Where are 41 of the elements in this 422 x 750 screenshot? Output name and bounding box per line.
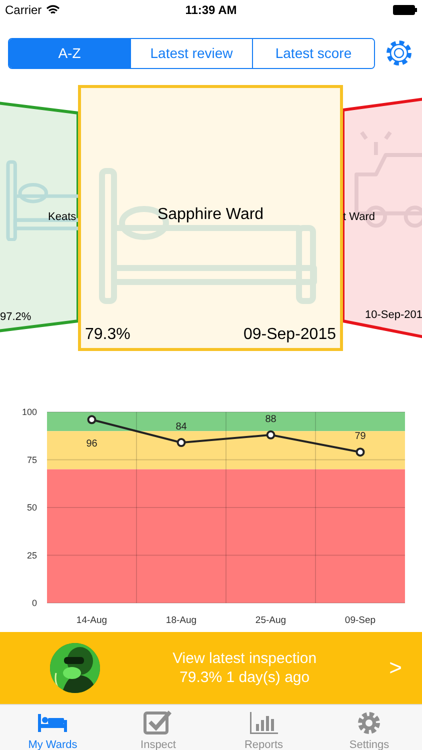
ward-name: Sapphire Ward — [157, 206, 264, 224]
ward-card[interactable]: Sapphire Ward 79.3% 09-Sep-2015 — [78, 85, 343, 351]
axis-label: 25 — [26, 550, 37, 560]
axis-label: 14-Aug — [76, 615, 108, 626]
sort-tab[interactable]: A-Z — [9, 38, 130, 68]
banner-subtitle: 79.3% 1 day(s) ago — [180, 668, 310, 687]
data-label: 88 — [265, 414, 276, 425]
carrier-name: Carrier — [5, 3, 42, 17]
chevron: > — [389, 655, 402, 681]
sort-tab[interactable]: Latest score — [252, 38, 374, 68]
clock-time: 11:39 AM — [185, 3, 237, 17]
ward-score: 79.3% — [85, 326, 130, 344]
bed-icon — [5, 159, 78, 241]
review-date: 10-Sep-201 — [365, 309, 422, 321]
axis-label: 25-Aug — [255, 615, 286, 626]
tab-bar-item[interactable]: Reports — [211, 705, 316, 750]
tab-bar-item[interactable]: My Wards — [0, 705, 106, 750]
data-label: 79 — [354, 431, 366, 442]
tab-bar-item[interactable]: Inspect — [106, 705, 211, 750]
wifi-icon — [46, 5, 60, 15]
data-point — [87, 415, 96, 424]
data-point — [176, 438, 186, 448]
axis-label: 18-Aug — [166, 615, 197, 626]
tab-bar-item[interactable]: Settings — [316, 705, 422, 750]
checkbox-icon — [142, 710, 174, 736]
battery-icon — [393, 5, 417, 15]
axis-label: 50 — [26, 502, 37, 512]
ward-name: t Ward — [343, 211, 375, 223]
data-label: 84 — [176, 422, 187, 433]
data-point — [356, 448, 365, 457]
data-label: 96 — [86, 438, 98, 450]
ward-score: 97.2% — [0, 311, 32, 323]
axis-label: 75 — [26, 454, 37, 465]
banner-title: View latest inspection — [172, 649, 317, 668]
axis-label: 09-Sep — [344, 615, 376, 626]
ward-name: Keats — [48, 211, 76, 223]
axis-label: 0 — [32, 598, 37, 608]
bar-chart-icon — [248, 710, 280, 736]
review-date: 09-Sep-2015 — [243, 326, 336, 344]
axis-label: 100 — [22, 407, 37, 417]
data-point — [266, 430, 276, 440]
